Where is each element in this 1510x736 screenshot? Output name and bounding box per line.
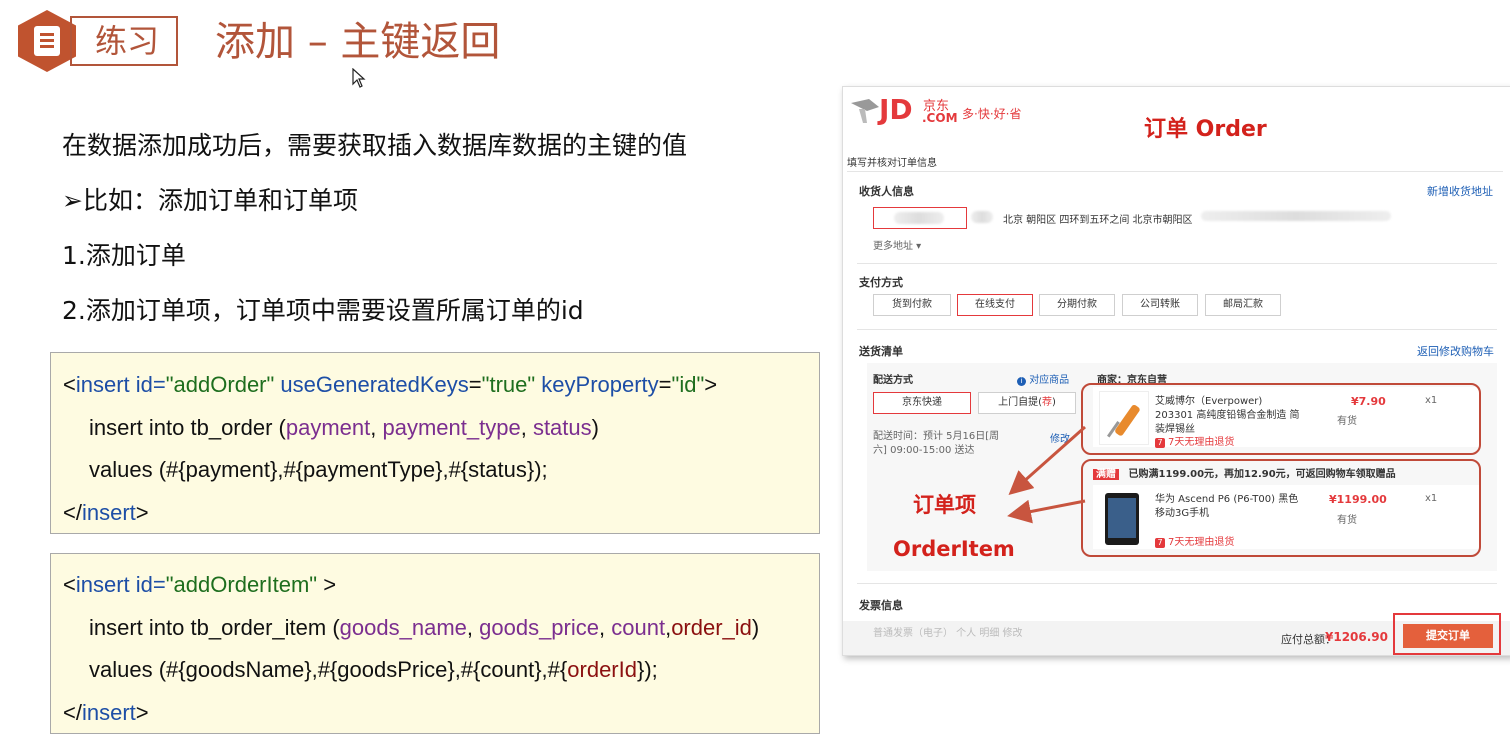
pickup-button[interactable]: 上门自提(荐) (978, 392, 1076, 414)
jd-logo: JD (879, 93, 913, 126)
more-address-link[interactable]: 更多地址 ▾ (873, 237, 921, 252)
jd-dog-logo-icon (849, 95, 883, 128)
code-block-add-order: <insert id="addOrder" useGeneratedKeys="… (50, 352, 820, 534)
delivery-time: 配送时间：预计 5月16日[周六] 09:00-15:00 送达 (873, 431, 1000, 456)
payment-title: 支付方式 (859, 276, 903, 289)
info-icon: i (1017, 377, 1026, 386)
document-icon (34, 26, 60, 56)
code2-line-4: </insert> (63, 700, 149, 725)
bullet-line-3: 1.添加订单 (62, 241, 186, 270)
jd-logo-com: .COM (922, 111, 958, 125)
delivery-method-label: 配送方式 (873, 375, 913, 386)
page-title: 添加 – 主键返回 (215, 19, 501, 65)
practice-tag: 练习 (70, 16, 178, 66)
pay-online-button[interactable]: 在线支付 (957, 294, 1033, 316)
pay-cod-button[interactable]: 货到付款 (873, 294, 951, 316)
code1-line-2: insert into tb_order (payment, payment_t… (89, 415, 599, 440)
bullet-line-1: 在数据添加成功后，需要获取插入数据库数据的主键的值 (62, 131, 688, 160)
pay-installment-button[interactable]: 分期付款 (1039, 294, 1115, 316)
invoice-row: 普通发票（电子） 个人 明细 修改 (873, 628, 1023, 639)
code1-line-4: </insert> (63, 500, 149, 525)
order-item-highlight-2 (1081, 459, 1481, 557)
code1-line-3: values (#{payment},#{paymentType},#{stat… (89, 457, 548, 482)
code2-line-3: values (#{goodsName},#{goodsPrice},#{cou… (89, 657, 658, 682)
invoice-title: 发票信息 (859, 599, 903, 612)
submit-order-button[interactable]: 提交订单 (1403, 624, 1493, 648)
pay-transfer-button[interactable]: 公司转账 (1122, 294, 1198, 316)
order-item-highlight-1 (1081, 383, 1481, 455)
code-block-add-order-item: <insert id="addOrderItem" > insert into … (50, 553, 820, 734)
code1-line-1: <insert id="addOrder" useGeneratedKeys="… (63, 372, 718, 397)
fill-order-title: 填写并核对订单信息 (847, 158, 937, 169)
jd-order-screenshot: JD 京东 .COM 多·快·好·省 订单 Order 填写并核对订单信息 收货… (842, 86, 1510, 656)
jd-express-button[interactable]: 京东快递 (873, 392, 971, 414)
order-item-en-annotation: OrderItem (893, 537, 1015, 561)
add-address-link[interactable]: 新增收货地址 (1427, 183, 1493, 199)
mouse-cursor-icon (352, 67, 366, 93)
pay-postal-button[interactable]: 邮局汇款 (1205, 294, 1281, 316)
back-to-cart-link[interactable]: 返回修改购物车 (1417, 343, 1494, 359)
matched-goods-link[interactable]: i 对应商品 (1017, 371, 1069, 386)
shipping-list-title: 送货清单 (859, 345, 903, 358)
total-amount: ¥1206.90 (1325, 630, 1389, 644)
receiver-title: 收货人信息 (859, 185, 914, 198)
bullet-line-2: ➢比如：添加订单和订单项 (62, 186, 358, 215)
code2-line-2: insert into tb_order_item (goods_name, g… (89, 615, 760, 640)
bullet-line-4: 2.添加订单项，订单项中需要设置所属订单的id (62, 296, 584, 325)
order-annotation: 订单 Order (1144, 117, 1267, 142)
annotation-arrows (1007, 425, 1086, 524)
address-text: 北京 朝阳区 四环到五环之间 北京市朝阳区 (1003, 215, 1193, 226)
code2-line-1: <insert id="addOrderItem" > (63, 572, 337, 597)
jd-slogan: 多·快·好·省 (962, 107, 1022, 121)
order-item-cn-annotation: 订单项 (913, 493, 976, 517)
receiver-name-box[interactable] (873, 207, 967, 229)
